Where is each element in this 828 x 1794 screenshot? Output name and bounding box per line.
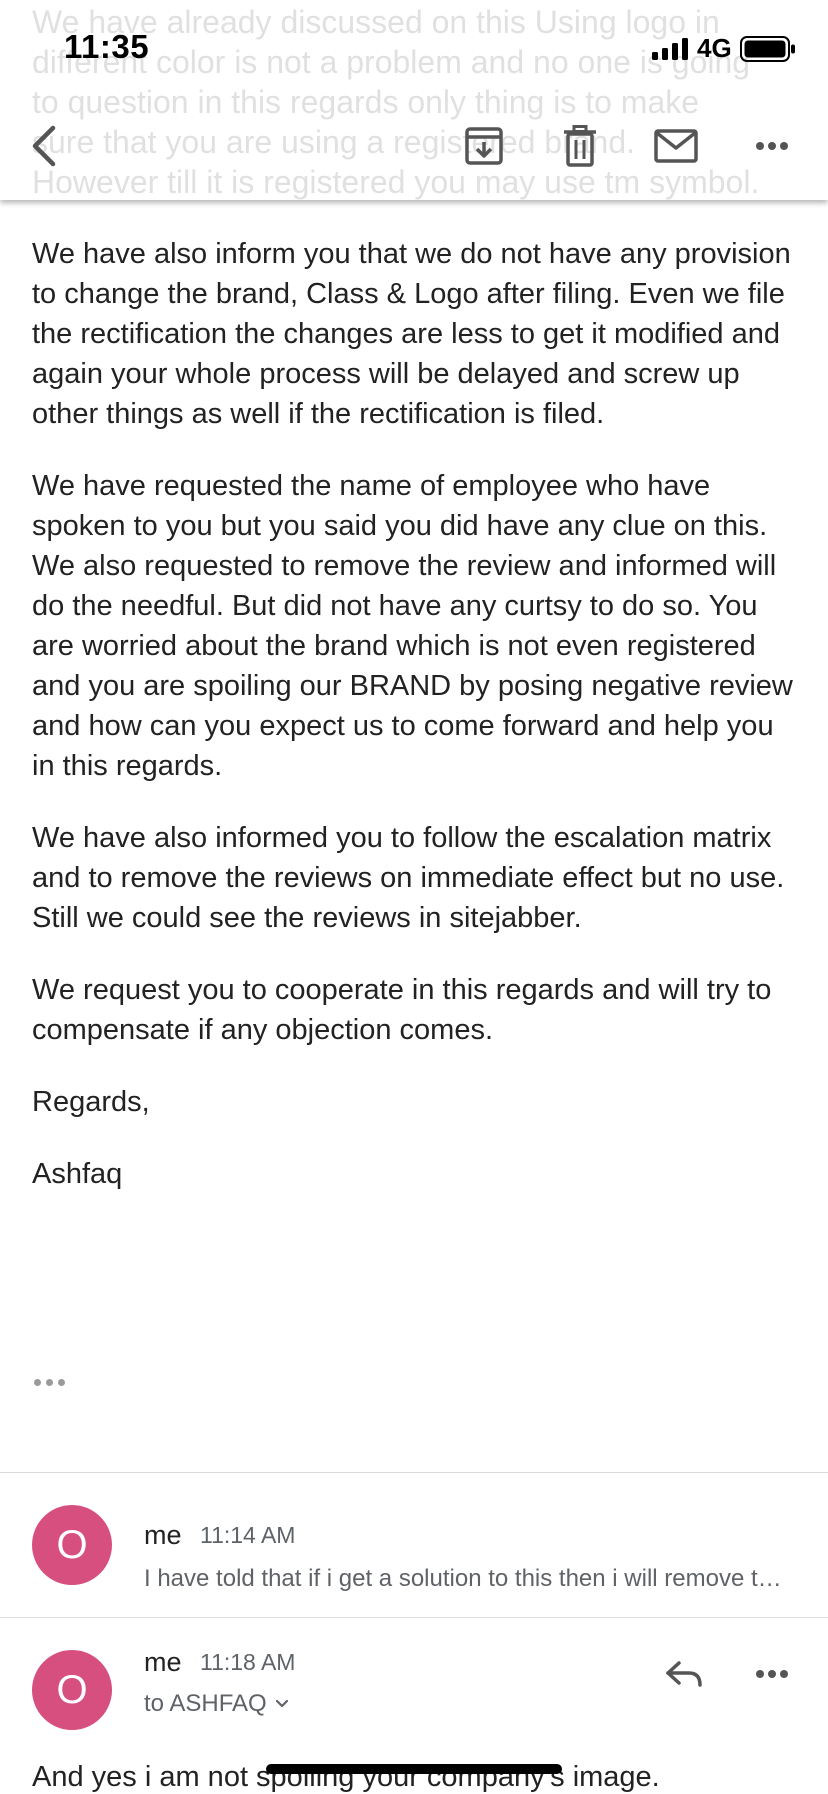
back-icon <box>32 125 56 167</box>
archive-button[interactable] <box>460 122 508 170</box>
mail-icon <box>654 129 698 163</box>
recipient-label: to ASHFAQ <box>144 1690 267 1717</box>
signal-icon <box>652 38 688 60</box>
email-paragraph: We have also inform you that we do not h… <box>32 238 791 430</box>
message-time: 11:18 AM <box>200 1649 296 1675</box>
avatar: O <box>32 1505 112 1585</box>
mark-unread-button[interactable] <box>652 122 700 170</box>
dot <box>58 1378 65 1386</box>
email-paragraph: We request you to cooperate in this rega… <box>32 974 772 1046</box>
chevron-down-icon <box>275 1699 288 1708</box>
dot <box>34 1378 41 1386</box>
email-signature: Ashfaq <box>32 1158 123 1190</box>
battery-icon <box>740 36 795 62</box>
sender-name: me <box>144 1520 182 1550</box>
recipient-details-toggle[interactable]: to ASHFAQ <box>144 1690 289 1718</box>
message-snippet: I have told that if i get a solution to … <box>144 1565 784 1592</box>
message-time: 11:14 AM <box>200 1522 296 1548</box>
archive-icon <box>465 127 503 165</box>
home-indicator[interactable] <box>266 1764 562 1774</box>
email-body: We have also inform you that we do not h… <box>32 234 802 1226</box>
reply-icon <box>666 1661 702 1687</box>
status-time: 11:35 <box>64 28 150 65</box>
trash-icon <box>564 125 596 167</box>
email-signoff: Regards, <box>32 1086 150 1118</box>
back-button[interactable] <box>20 122 68 170</box>
delete-button[interactable] <box>556 122 604 170</box>
network-type: 4G <box>697 33 732 63</box>
reply-button[interactable] <box>660 1650 708 1698</box>
message-more-button[interactable] <box>748 1650 796 1698</box>
sender-name: me <box>144 1647 182 1677</box>
more-icon <box>756 142 788 150</box>
dot <box>46 1378 53 1386</box>
avatar: O <box>32 1650 112 1730</box>
more-icon <box>756 1670 788 1678</box>
email-paragraph: We have requested the name of employee w… <box>32 470 793 782</box>
top-app-bar: We have already discussed on this Using … <box>0 0 828 200</box>
show-trimmed-content-button[interactable] <box>34 1370 74 1394</box>
email-paragraph: We have also informed you to follow the … <box>32 822 785 934</box>
thread-message-collapsed[interactable]: O me 11:14 AM I have told that if i get … <box>0 1473 828 1616</box>
more-button[interactable] <box>748 122 796 170</box>
